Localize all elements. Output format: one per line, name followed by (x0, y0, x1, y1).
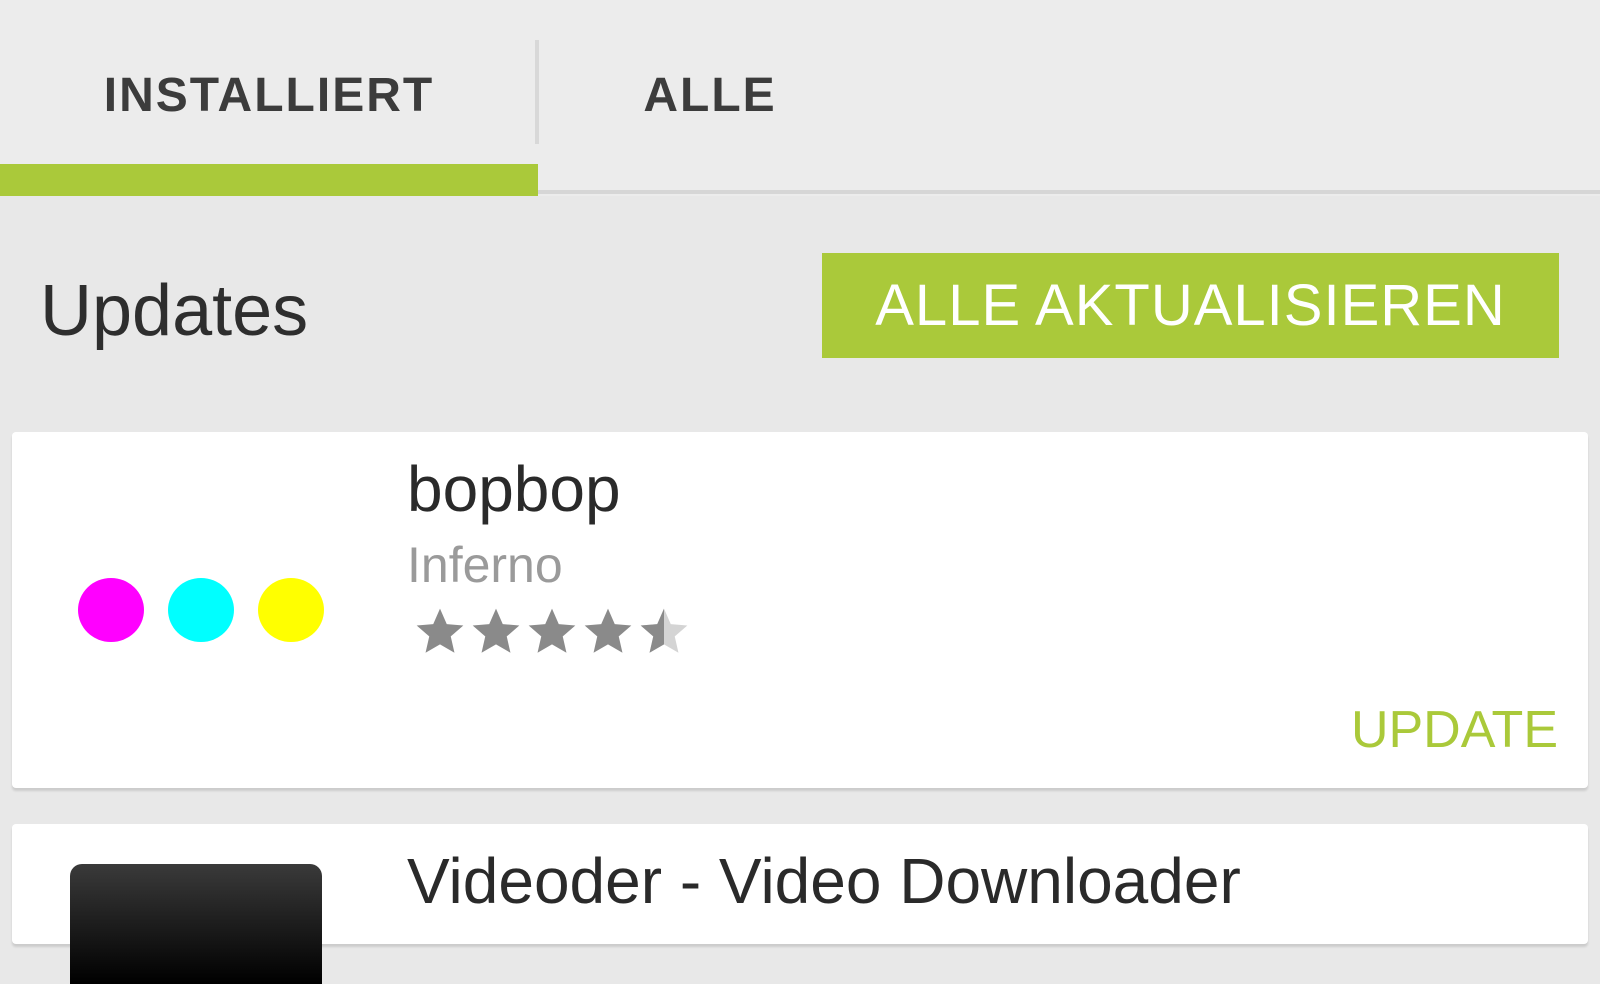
cyan-dot (168, 578, 234, 642)
videoder-icon (70, 864, 322, 984)
active-tab-indicator (0, 164, 538, 196)
star-icon (528, 608, 576, 653)
yellow-dot (258, 578, 324, 642)
app-developer: Inferno (407, 537, 563, 593)
half-star-icon (640, 608, 688, 653)
app-card[interactable]: Videoder - Video Downloader (12, 824, 1588, 984)
tab-installed-label: INSTALLIERT (103, 68, 435, 122)
app-title: Videoder - Video Downloader (407, 845, 1241, 917)
update-all-label: ALLE AKTUALISIEREN (875, 273, 1506, 338)
app-card[interactable]: bopbop Inferno UPDATE (12, 432, 1588, 788)
tab-installed[interactable]: INSTALLIERT (0, 0, 538, 190)
tab-all[interactable]: ALLE (540, 0, 880, 190)
update-button[interactable]: UPDATE (1351, 700, 1558, 760)
tab-divider (535, 40, 539, 144)
star-icon (416, 608, 464, 653)
star-icon (584, 608, 632, 653)
magenta-dot (78, 578, 144, 642)
tab-all-label: ALLE (643, 68, 777, 122)
tab-bar: INSTALLIERT ALLE (0, 0, 1600, 196)
section-title: Updates (40, 271, 309, 351)
update-all-button[interactable]: ALLE AKTUALISIEREN (822, 253, 1559, 358)
star-rating (412, 604, 702, 664)
star-icon (472, 608, 520, 653)
app-title: bopbop (407, 453, 621, 525)
three-color-dots-icon (68, 578, 328, 642)
